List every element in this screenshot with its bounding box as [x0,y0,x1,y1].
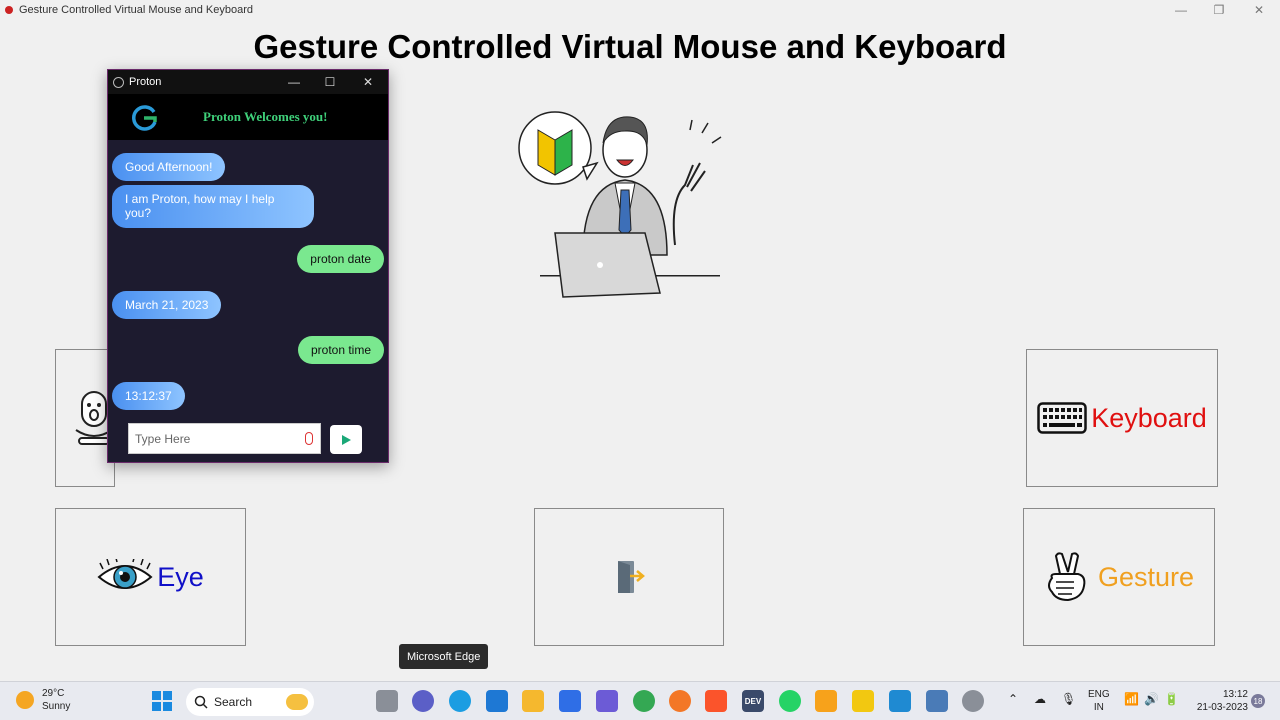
minimize-button[interactable]: — [1162,0,1200,20]
microphone-tray-icon[interactable]: 🎙 [1061,693,1076,706]
start-button[interactable] [151,690,173,712]
exit-door-icon [618,561,645,593]
search-label: Search [214,695,253,709]
peace-hand-icon [1047,552,1086,602]
region: IN [1093,702,1104,713]
clock-time: 13:12 [1222,689,1248,700]
weather-widget[interactable]: 29°C Sunny [16,687,70,713]
proton-minimize-button[interactable]: — [276,70,312,94]
task-view-icon[interactable] [376,690,398,712]
weather-temp: 29°C [42,688,65,699]
dropbox-icon[interactable] [559,690,581,712]
sublime-icon[interactable] [815,690,837,712]
whatsapp-icon[interactable] [779,690,801,712]
jupyter-icon[interactable] [669,690,691,712]
chrome-icon[interactable] [633,690,655,712]
dev-icon[interactable]: DEV [742,690,764,712]
exit-tile[interactable] [534,508,724,646]
proton-close-button[interactable]: ✕ [350,70,386,94]
send-button[interactable] [330,425,362,454]
clock[interactable]: 13:12 21-03-2023 [1190,688,1248,714]
clock-date: 21-03-2023 [1196,702,1248,713]
maximize-button[interactable]: ❐ [1200,0,1238,20]
language: ENG [1088,689,1110,700]
keyboard-icon [1037,402,1087,434]
proton-header: Proton Welcomes you! [108,94,388,140]
sun-icon [16,691,34,709]
proton-taskbar-icon[interactable] [962,690,984,712]
close-button[interactable]: ✕ [1240,0,1278,20]
chat-message: 13:12:37 [112,382,185,410]
proton-titlebar: Proton — ☐ ✕ [108,70,388,94]
hero-illustration [515,105,725,300]
volume-icon[interactable]: 🔊 [1144,693,1159,706]
chat-message: proton date [297,245,384,273]
battery-icon[interactable]: 🔋 [1164,693,1179,706]
globe-icon [113,76,124,88]
weather-desc: Sunny [42,701,71,712]
voice-tile[interactable] [55,349,115,487]
keyboard-label: Keyboard [1091,402,1207,433]
visual-studio-icon[interactable] [596,690,618,712]
proton-logo-icon [132,105,157,131]
search-icon [194,695,208,709]
vscode-icon[interactable] [889,690,911,712]
page-title: Gesture Controlled Virtual Mouse and Key… [253,28,1007,65]
show-hidden-icons-chevron-icon[interactable]: ⌃ [1008,693,1018,706]
file-explorer-icon[interactable] [522,690,544,712]
wifi-icon[interactable]: 📶 [1124,693,1139,706]
chat-message: Good Afternoon! [112,153,226,181]
python-icon[interactable] [926,690,948,712]
powerbi-icon[interactable] [852,690,874,712]
cloud-icon[interactable]: ☁ [1034,693,1046,706]
app-icon [5,6,13,14]
eye-tile[interactable]: Eye [55,508,246,646]
tooltip: Microsoft Edge [399,644,489,669]
proton-maximize-button[interactable]: ☐ [312,70,348,94]
chat-message: March 21, 2023 [112,291,222,319]
gesture-tile[interactable]: Gesture [1023,508,1215,646]
keyboard-tile[interactable]: Keyboard [1026,349,1218,487]
chat-input-wrapper [128,423,321,454]
taskbar: 29°C Sunny Search DEV ⌃ ☁ 🎙 ENG IN 📶 🔊 🔋 [0,681,1280,720]
window-titlebar: Gesture Controlled Virtual Mouse and Key… [0,0,1280,20]
proton-welcome: Proton Welcomes you! [203,109,328,124]
chat-input[interactable] [129,431,299,446]
brave-icon[interactable] [705,690,727,712]
proton-window-title: Proton [129,76,162,88]
edge-icon[interactable] [449,690,471,712]
window-title: Gesture Controlled Virtual Mouse and Key… [19,4,253,16]
eye-icon [97,559,153,589]
chat-message: proton time [297,336,384,364]
chat-message: I am Proton, how may I help you? [112,185,314,228]
notification-badge[interactable]: 18 [1251,694,1265,708]
eye-label: Eye [157,561,204,592]
gesture-label: Gesture [1097,561,1195,592]
mic-icon[interactable] [305,432,313,445]
taskbar-search[interactable]: Search [186,688,314,716]
search-highlight-icon [286,694,308,710]
teams-icon[interactable] [412,690,434,712]
proton-chat-window: Proton — ☐ ✕ Proton Welcomes you! Good A… [107,69,389,463]
windows-icon [152,691,172,711]
language-indicator[interactable]: ENG IN [1088,688,1110,714]
mail-icon[interactable] [486,690,508,712]
send-icon [342,434,351,445]
